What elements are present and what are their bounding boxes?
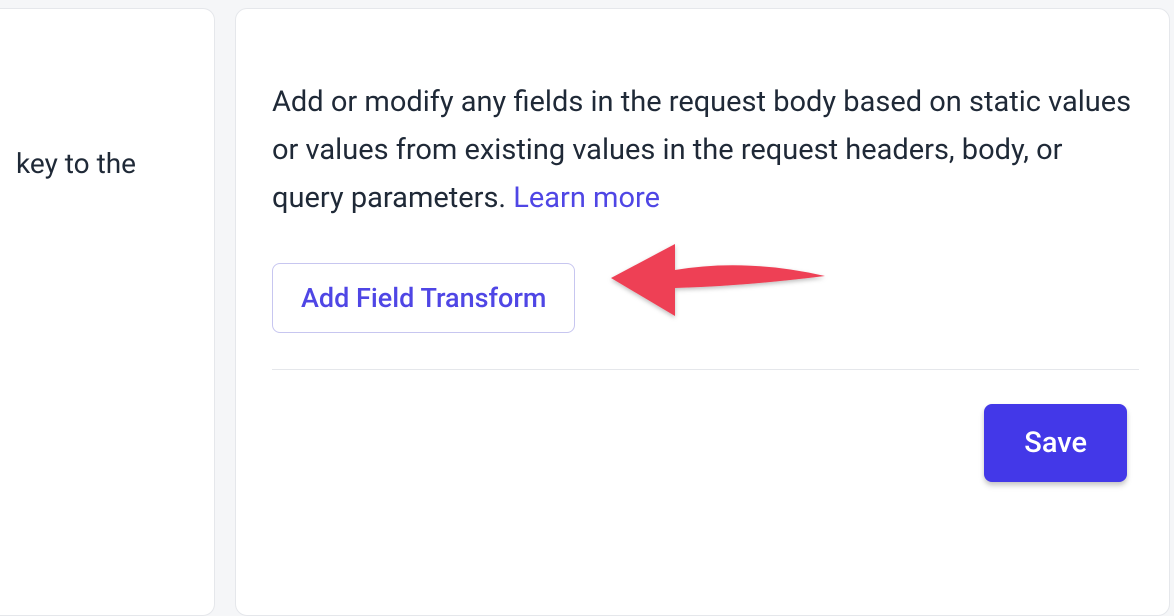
actions-row: Save <box>272 404 1139 482</box>
left-sidebar-panel: key to the <box>0 8 215 616</box>
add-field-transform-button[interactable]: Add Field Transform <box>272 263 575 333</box>
left-panel-text-fragment: key to the <box>16 144 198 183</box>
description-text: Add or modify any fields in the request … <box>272 85 1131 215</box>
field-transform-description: Add or modify any fields in the request … <box>272 79 1139 223</box>
section-divider <box>272 369 1139 370</box>
learn-more-link[interactable]: Learn more <box>513 181 660 215</box>
main-content-panel: Add or modify any fields in the request … <box>235 8 1170 616</box>
save-button[interactable]: Save <box>984 404 1127 482</box>
